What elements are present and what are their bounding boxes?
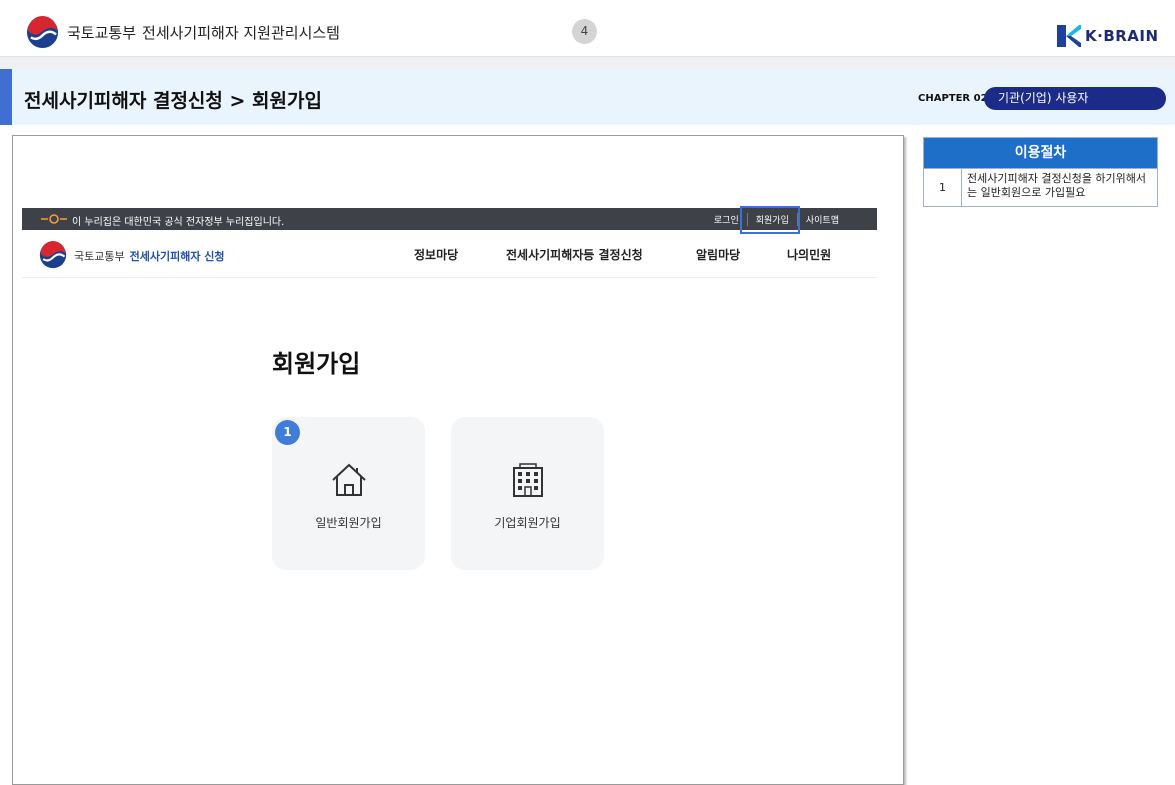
- business-member-card[interactable]: 기업회원가입: [451, 417, 604, 570]
- general-member-label: 일반회원가입: [315, 516, 382, 530]
- site-navigation: 국토교통부 전세사기피해자 신청 정보마당 전세사기피해자등 결정신청 알림마당 …: [22, 230, 877, 278]
- table-row: 1 전세사기피해자 결정신청을 하기위해서는 일반회원으로 가입필요: [924, 168, 1157, 206]
- business-member-label: 기업회원가입: [494, 516, 561, 530]
- gov-emblem-icon: [41, 214, 67, 224]
- house-icon: [332, 463, 366, 496]
- menu-info[interactable]: 정보마당: [414, 246, 458, 263]
- procedure-heading: 이용절차: [924, 138, 1157, 168]
- signup-heading: 회원가입: [272, 350, 361, 378]
- procedure-table: 이용절차 1 전세사기피해자 결정신청을 하기위해서는 일반회원으로 가입필요: [923, 137, 1158, 207]
- procedure-step-number: 1: [924, 169, 962, 206]
- site-ministry-name: 국토교통부: [74, 250, 125, 263]
- system-name: 전세사기피해자 지원관리시스템: [142, 24, 340, 42]
- title-band: 전세사기피해자 결정신청 > 회원가입 CHAPTER 02 기관(기업) 사용…: [0, 69, 1175, 125]
- ministry-name: 국토교통부: [67, 24, 137, 42]
- header-divider: [0, 57, 1175, 69]
- document-header: 국토교통부 전세사기피해자 지원관리시스템 4 K·BRAIN: [0, 0, 1175, 57]
- page-title: 전세사기피해자 결정신청 > 회원가입: [24, 90, 322, 112]
- procedure-step-text: 전세사기피해자 결정신청을 하기위해서는 일반회원으로 가입필요: [967, 172, 1147, 199]
- site-title[interactable]: 국토교통부 전세사기피해자 신청: [74, 248, 225, 264]
- taegeuk-logo-icon: [26, 16, 59, 49]
- header-title: 국토교통부 전세사기피해자 지원관리시스템: [67, 22, 340, 43]
- title-accent-bar: [0, 69, 12, 125]
- menu-notice[interactable]: 알림마당: [696, 246, 740, 263]
- sitemap-link[interactable]: 사이트맵: [796, 213, 847, 226]
- kbrain-mark-icon: [1057, 25, 1081, 47]
- screenshot-frame: 이 누리집은 대한민국 공식 전자정부 누리집입니다. 로그인 회원가입 사이트…: [12, 135, 904, 785]
- kbrain-logo: K·BRAIN: [1057, 24, 1159, 48]
- menu-my-petition[interactable]: 나의민원: [787, 246, 831, 263]
- user-role-pill: 기관(기업) 사용자: [984, 87, 1166, 110]
- brand-name: K·BRAIN: [1085, 27, 1159, 45]
- site-app-name: 전세사기피해자 신청: [129, 250, 225, 263]
- step-number-badge: 1: [275, 420, 300, 445]
- menu-decision-apply[interactable]: 전세사기피해자등 결정신청: [506, 246, 643, 263]
- chapter-label: CHAPTER 02: [918, 93, 988, 104]
- page-number-badge: 4: [572, 19, 597, 44]
- gov-banner-text: 이 누리집은 대한민국 공식 전자정부 누리집입니다.: [72, 217, 285, 228]
- site-logo-icon[interactable]: [39, 241, 67, 269]
- building-icon: [513, 463, 543, 497]
